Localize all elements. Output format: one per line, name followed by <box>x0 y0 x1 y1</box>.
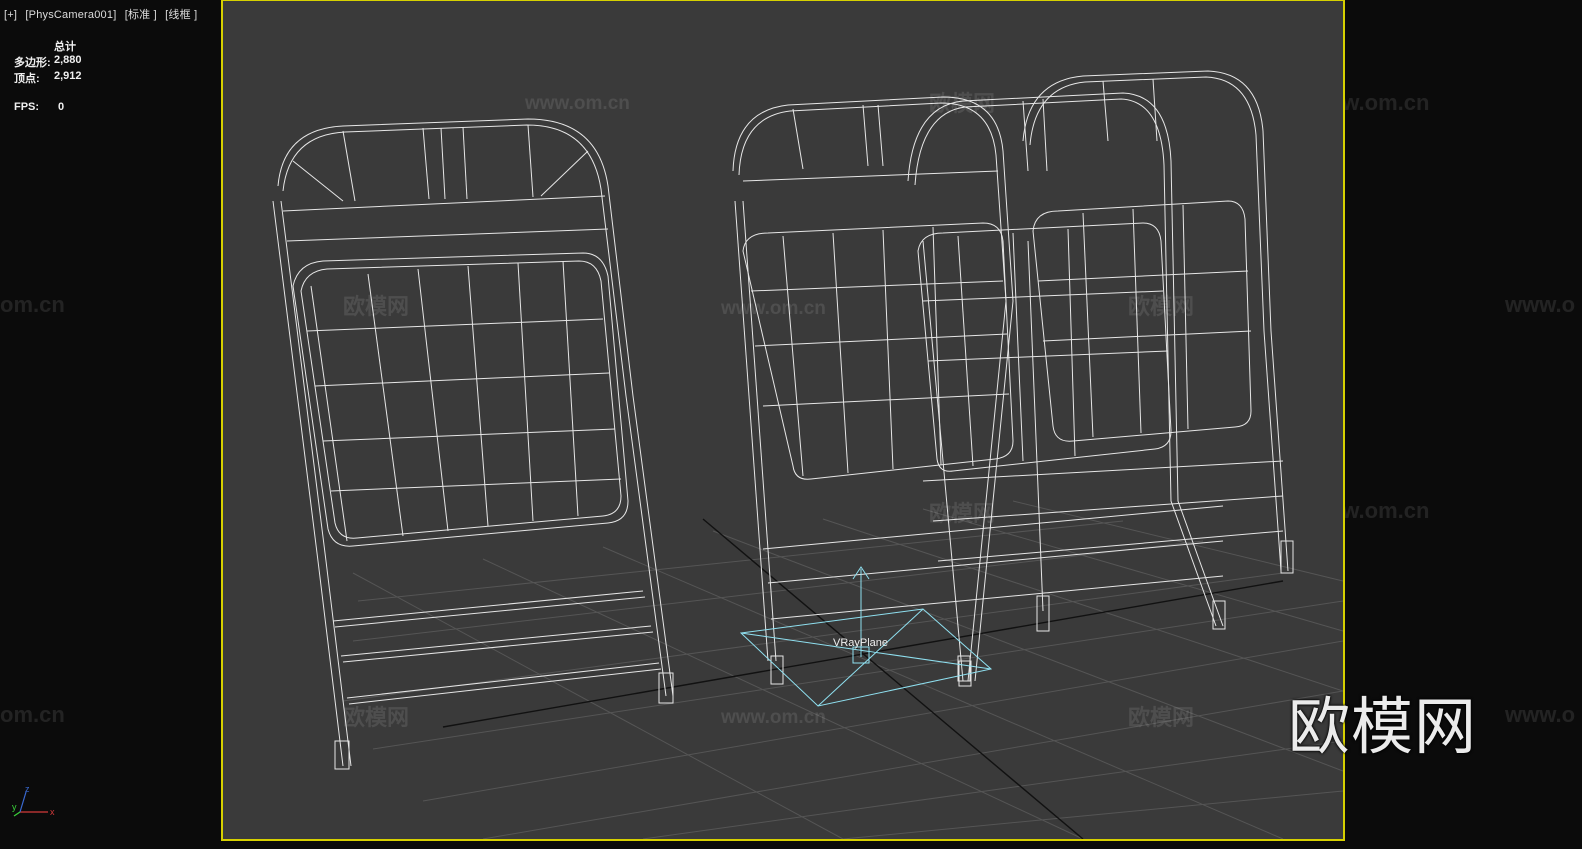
wireframe-scene[interactable]: VRayPlane 欧模网 欧模网 www.om.cn 欧模网 www.om.c… <box>147 1 1344 840</box>
watermark-cn: 欧模网 <box>929 501 995 526</box>
stats-polys-label: 多边形: <box>14 57 51 69</box>
watermark-cn: 欧模网 <box>343 705 409 730</box>
stats-polys-value: 2,880 <box>54 54 82 66</box>
scene-statistics: 总计 多边形: 2,880 顶点: 2,912 <box>14 38 82 86</box>
viewport-camera-menu[interactable]: [PhysCamera001] <box>25 9 116 21</box>
viewport-display-mode-menu[interactable]: [线框 ] <box>165 9 197 21</box>
watermark-url: om.cn <box>0 292 65 317</box>
viewport-shading-menu[interactable]: [标准 ] <box>125 9 157 21</box>
watermark-cn: 欧模网 <box>929 91 995 116</box>
viewport-plus-menu[interactable]: [+] <box>4 9 17 21</box>
watermark-url: om.cn <box>0 702 65 727</box>
stats-verts-label: 顶点: <box>14 73 40 85</box>
watermark-cn: 欧模网 <box>1128 705 1194 730</box>
watermark-url: www.om.cn <box>524 93 630 114</box>
chair-wireframe-1 <box>272 118 674 770</box>
watermark-cn: 欧模网 <box>343 294 409 319</box>
axis-gizmo: x z y <box>12 784 55 817</box>
chair-wireframe-2 <box>732 96 1224 685</box>
viewport-label[interactable]: [+] [PhysCamera001] [标准 ] [线框 ] <box>4 6 202 22</box>
watermark-cn: 欧模网 <box>1128 294 1194 319</box>
fps-value: 0 <box>58 101 65 113</box>
camera-viewport[interactable]: VRayPlane 欧模网 欧模网 www.om.cn 欧模网 www.om.c… <box>147 0 1345 841</box>
axis-x-label: x <box>50 807 55 817</box>
fps-label: FPS: <box>14 101 40 113</box>
fps-readout: FPS: 0 <box>14 101 64 113</box>
vrayplane-label: VRayPlane <box>833 637 888 649</box>
watermark-url: www.o <box>1505 292 1576 317</box>
stats-total-label: 总计 <box>54 41 76 53</box>
watermark-url: www.o <box>1505 702 1576 727</box>
stats-verts-value: 2,912 <box>54 70 82 82</box>
watermark-url: www.om.cn <box>720 707 826 728</box>
ground-grid <box>342 500 1344 840</box>
axis-z-label: z <box>25 784 30 794</box>
axis-y-label: y <box>12 802 17 812</box>
watermark-url: www.om.cn <box>720 298 826 319</box>
